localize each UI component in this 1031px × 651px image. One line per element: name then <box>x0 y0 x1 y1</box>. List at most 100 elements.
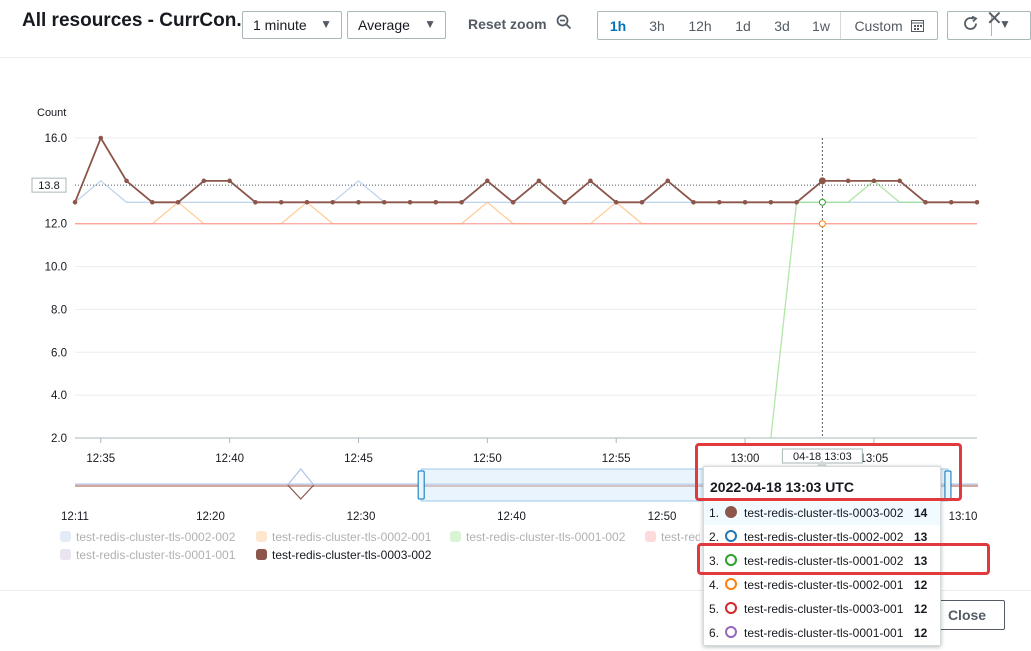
chart-grid <box>75 137 977 439</box>
tooltip-series-name: test-redis-cluster-tls-0002-001 <box>744 578 904 592</box>
range-3d[interactable]: 3d <box>762 12 802 39</box>
range-3h[interactable]: 3h <box>638 12 676 39</box>
x-tick-label: 12:50 <box>473 453 502 465</box>
x-tick-label: 12:35 <box>86 453 115 465</box>
data-point <box>407 199 413 205</box>
tooltip-row: 5. test-redis-cluster-tls-0003-001 12 <box>704 598 940 621</box>
tooltip-series-name: test-redis-cluster-tls-0003-002 <box>744 506 904 520</box>
tooltip-row: 4. test-redis-cluster-tls-0002-001 12 <box>704 574 940 597</box>
data-point <box>639 199 645 205</box>
data-point <box>974 199 980 205</box>
crosshair: 13.804-18 13:03 <box>31 138 977 464</box>
series-ring-icon <box>725 626 737 638</box>
data-point <box>691 199 696 205</box>
data-point <box>562 199 567 205</box>
y-tick-label: 10.0 <box>45 262 67 274</box>
data-point <box>485 178 490 184</box>
legend-item[interactable]: test-redis-cluster-tls-0003-001 <box>645 530 700 544</box>
series-line <box>75 201 977 225</box>
legend-item[interactable]: test-redis-cluster-tls-0002-002 <box>60 530 235 544</box>
data-point <box>124 178 129 184</box>
reset-zoom-button[interactable]: Reset zoom <box>468 16 547 32</box>
range-1h[interactable]: 1h <box>598 12 638 39</box>
graph-modal: All resources - CurrCon... 1 minute ▼ Av… <box>0 0 1031 651</box>
caret-down-icon: ▼ <box>424 17 436 31</box>
tooltip-series-value: 12 <box>914 626 928 640</box>
y-axis-label: Count <box>37 107 66 119</box>
legend-swatch <box>450 531 461 542</box>
data-point <box>98 135 104 141</box>
data-point <box>330 199 336 205</box>
tooltip-series-value: 12 <box>914 578 928 592</box>
series-dot-icon <box>725 506 737 518</box>
series-ring-icon <box>725 530 737 542</box>
range-12h[interactable]: 12h <box>676 12 724 39</box>
legend-swatch <box>256 531 267 542</box>
data-point <box>768 199 774 205</box>
legend-item[interactable]: test-redis-cluster-tls-0001-001 <box>60 548 235 562</box>
range-1d[interactable]: 1d <box>724 12 762 39</box>
data-point <box>948 199 954 205</box>
navigator-tick-label: 12:20 <box>196 511 225 523</box>
data-point <box>794 199 799 205</box>
y-tick-label: 6.0 <box>51 347 67 359</box>
legend-label: test-redis-cluster-tls-0003-001 <box>661 530 700 544</box>
hover-marker <box>818 177 826 185</box>
legend-label: test-redis-cluster-tls-0001-001 <box>76 548 236 562</box>
legend-label: test-redis-cluster-tls-0002-001 <box>272 530 432 544</box>
legend-swatch <box>60 549 71 560</box>
series-line <box>74 135 977 204</box>
data-point <box>253 199 258 205</box>
navigator-tick-label: 12:40 <box>497 511 526 523</box>
data-point <box>356 199 361 205</box>
y-readout-label: 13.8 <box>38 180 59 192</box>
chart-series <box>72 135 980 439</box>
legend-label: test-redis-cluster-tls-0002-002 <box>76 530 236 544</box>
data-point <box>433 199 439 205</box>
tooltip-series-name: test-redis-cluster-tls-0002-002 <box>744 530 904 544</box>
legend-label: test-redis-cluster-tls-0003-002 <box>272 548 432 562</box>
data-point <box>278 199 284 205</box>
caret-down-icon: ▼ <box>320 17 332 31</box>
data-point <box>381 199 387 205</box>
navigator-spike <box>287 484 315 500</box>
hover-marker <box>818 220 826 228</box>
modal-title: All resources - CurrCon... <box>22 10 253 31</box>
annotation-box-series <box>697 543 990 575</box>
range-custom[interactable]: Custom <box>840 12 937 39</box>
statistic-select[interactable]: Average ▼ <box>347 11 446 39</box>
hover-marker <box>818 198 826 206</box>
statistic-select-value: Average <box>358 17 410 33</box>
annotation-box-timestamp <box>695 443 962 501</box>
calendar-icon <box>910 20 924 32</box>
close-icon[interactable]: ✕ <box>986 6 1003 31</box>
data-point <box>510 199 516 205</box>
x-tick-label: 12:45 <box>344 453 373 465</box>
data-point <box>588 178 593 184</box>
tooltip-row-number: 2. <box>709 530 720 544</box>
tooltip-row-number: 4. <box>709 578 720 592</box>
tooltip-row: 1. test-redis-cluster-tls-0003-002 14 <box>704 502 940 525</box>
y-tick-label: 4.0 <box>51 390 67 402</box>
data-point <box>845 178 851 184</box>
tooltip-series-value: 14 <box>914 506 928 520</box>
data-point <box>459 199 464 205</box>
range-1w[interactable]: 1w <box>802 12 840 39</box>
legend-item[interactable]: test-redis-cluster-tls-0001-002 <box>450 530 625 544</box>
y-tick-label: 16.0 <box>45 133 67 145</box>
data-point <box>150 199 155 205</box>
legend-item[interactable]: test-redis-cluster-tls-0003-002 <box>256 548 431 562</box>
refresh-icon <box>962 15 979 37</box>
navigator-tick-label: 12:30 <box>347 511 376 523</box>
legend-item[interactable]: test-redis-cluster-tls-0002-001 <box>256 530 431 544</box>
period-select[interactable]: 1 minute ▼ <box>242 11 342 39</box>
tooltip-series-value: 12 <box>914 602 928 616</box>
tooltip-series-name: test-redis-cluster-tls-0001-001 <box>744 626 904 640</box>
y-tick-label: 2.0 <box>51 433 67 445</box>
navigator-spike <box>287 468 315 486</box>
tooltip-row: 6. test-redis-cluster-tls-0001-001 12 <box>704 622 940 645</box>
y-tick-label: 12.0 <box>45 219 67 231</box>
zoom-out-icon[interactable] <box>556 14 572 35</box>
data-point <box>304 199 310 205</box>
y-tick-label: 8.0 <box>51 304 67 316</box>
